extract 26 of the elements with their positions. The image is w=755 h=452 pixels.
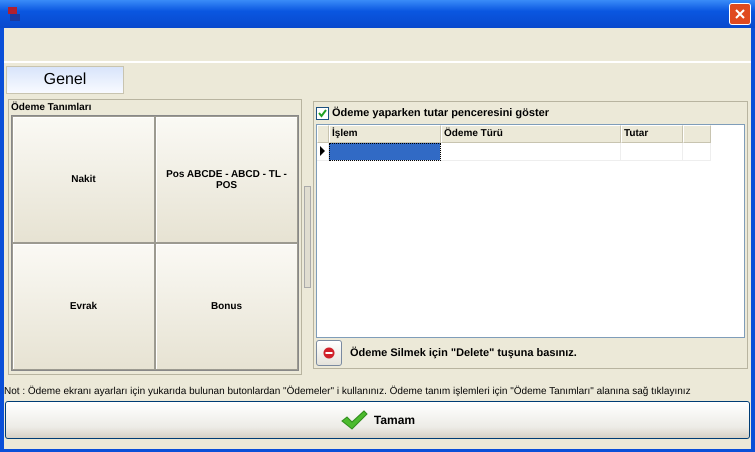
panel-title: Ödeme Tanımları [11,101,92,115]
ok-button[interactable]: Tamam [5,401,750,439]
payment-type-button[interactable]: Bonus [155,243,298,370]
delete-button[interactable] [316,340,342,366]
minus-circle-icon [323,347,335,359]
checkbox[interactable] [316,106,329,120]
payment-type-button[interactable]: Pos ABCDE - ABCD - TL - POS [155,116,298,243]
splitter-handle[interactable] [304,186,311,288]
table-cell[interactable] [441,143,621,161]
payment-type-button[interactable]: Evrak [12,243,155,370]
column-header[interactable]: Ödeme Türü [441,125,621,143]
table-cell[interactable] [621,143,683,161]
tab[interactable]: Genel [6,66,124,94]
table-cell [683,143,711,161]
close-icon [734,8,746,20]
column-header[interactable]: İşlem [329,125,441,143]
table-cell[interactable] [329,143,441,161]
delete-hint: Ödeme Silmek için "Delete" tuşuna basınız. [350,347,577,359]
column-header[interactable]: Tutar [621,125,683,143]
close-button[interactable] [729,3,751,25]
show-amount-checkbox[interactable]: Ödeme yaparken tutar penceresini göster [316,104,745,122]
check-icon [340,409,368,431]
payment-type-button[interactable]: Nakit [12,116,155,243]
note-text: Not : Ödeme ekranı ayarları için yukarıda bulunan butonlardan "Ödemeler" i kullanınız. Ödeme tanım işlemleri için "Ödeme Tanımları" alanına sağ tıklayınız [4,384,692,399]
app-icon [6,6,22,22]
check-icon [317,108,328,118]
